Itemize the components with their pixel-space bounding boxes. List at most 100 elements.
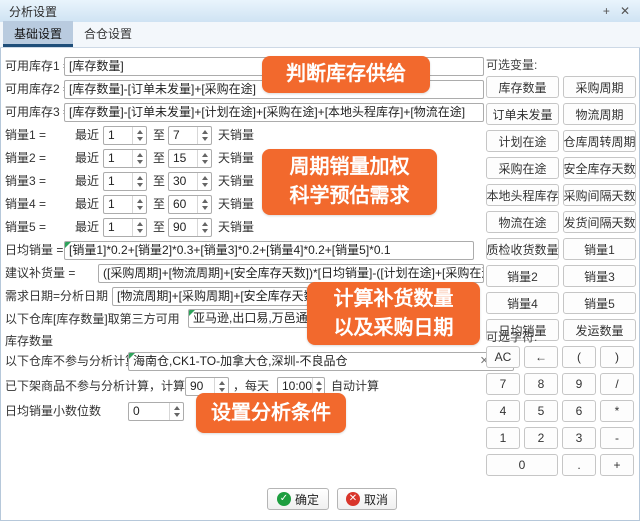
callout-analysis-conditions: 设置分析条件 <box>196 393 346 433</box>
key-8[interactable]: 8 <box>524 373 558 395</box>
sales2-to-stepper[interactable]: 15 <box>168 149 212 168</box>
key-ac[interactable]: AC <box>486 346 520 368</box>
key-1[interactable]: 1 <box>486 427 520 449</box>
spinner-up-icon[interactable] <box>137 153 143 157</box>
key-5[interactable]: 5 <box>524 400 558 422</box>
var-button[interactable]: 销量5 <box>563 292 636 314</box>
sales4-label: 销量4 = <box>5 195 46 214</box>
var-button[interactable]: 安全库存天数 <box>563 157 636 179</box>
key-multiply[interactable]: * <box>600 400 634 422</box>
spinner-down-icon[interactable] <box>219 388 225 392</box>
sales5-to-stepper[interactable]: 90 <box>168 218 212 237</box>
offshelf-label: 已下架商品不参与分析计算，计算天数 <box>5 377 209 396</box>
confirm-button[interactable]: ✓ 确定 <box>267 488 329 510</box>
exclude-warehouses-label: 以下仓库不参与分析计算 <box>5 352 137 371</box>
sales3-to-stepper[interactable]: 30 <box>168 172 212 191</box>
spinner-down-icon[interactable] <box>137 206 143 210</box>
spinner-up-icon[interactable] <box>137 130 143 134</box>
var-button[interactable]: 本地头程库存 <box>486 184 559 206</box>
spinner-down-icon[interactable] <box>202 206 208 210</box>
sales5-from-stepper[interactable]: 1 <box>103 218 147 237</box>
characters-title: 可选字符: <box>486 328 537 345</box>
key-7[interactable]: 7 <box>486 373 520 395</box>
var-button[interactable]: 订单未发量 <box>486 103 559 125</box>
key-3[interactable]: 3 <box>562 427 596 449</box>
plus-icon[interactable]: + <box>603 5 610 17</box>
var-button[interactable]: 采购周期 <box>563 76 636 98</box>
spinner-down-icon[interactable] <box>202 183 208 187</box>
key-9[interactable]: 9 <box>562 373 596 395</box>
sales4-to-stepper[interactable]: 60 <box>168 195 212 214</box>
var-button[interactable]: 采购在途 <box>486 157 559 179</box>
spinner-up-icon[interactable] <box>316 381 322 385</box>
spinner-down-icon[interactable] <box>137 137 143 141</box>
sales1-from-stepper[interactable]: 1 <box>103 126 147 145</box>
key-6[interactable]: 6 <box>562 400 596 422</box>
key-0[interactable]: 0 <box>486 454 558 476</box>
var-button[interactable]: 质检收货数量 <box>486 238 559 260</box>
cancel-button[interactable]: ✕ 取消 <box>337 488 397 510</box>
var-button[interactable]: 销量3 <box>563 265 636 287</box>
key-minus[interactable]: - <box>600 427 634 449</box>
suggest-qty-formula-input[interactable]: ([采购周期]+[物流周期]+[安全库存天数])*[日均销量]-([计划在途]+… <box>98 264 484 283</box>
spinner-up-icon[interactable] <box>174 406 180 410</box>
thirdparty-label: 以下仓库[库存数量]取第三方可用库存数量 <box>5 308 187 352</box>
var-button[interactable]: 采购间隔天数 <box>563 184 636 206</box>
var-button[interactable]: 仓库周转周期 <box>563 130 636 152</box>
var-button[interactable]: 库存数量 <box>486 76 559 98</box>
field-note-marker <box>129 353 135 359</box>
spinner-down-icon[interactable] <box>202 160 208 164</box>
var-button[interactable]: 物流在途 <box>486 211 559 233</box>
spinner-up-icon[interactable] <box>137 199 143 203</box>
demand-date-formula-input[interactable]: [物流周期]+[采购周期]+[安全库存天数] <box>112 287 308 306</box>
key-close-paren[interactable]: ) <box>600 346 634 368</box>
key-backspace[interactable]: ← <box>524 346 558 368</box>
key-dot[interactable]: . <box>562 454 596 476</box>
spinner-up-icon[interactable] <box>202 130 208 134</box>
avail3-input[interactable]: [库存数量]-[订单未发量]+[计划在途]+[采购在途]+[本地头程库存]+[物… <box>64 103 484 122</box>
spinner-up-icon[interactable] <box>137 176 143 180</box>
spinner-down-icon[interactable] <box>137 160 143 164</box>
spinner-up-icon[interactable] <box>202 199 208 203</box>
spinner-up-icon[interactable] <box>202 176 208 180</box>
var-button[interactable]: 销量1 <box>563 238 636 260</box>
spinner-up-icon[interactable] <box>219 381 225 385</box>
var-button[interactable]: 物流周期 <box>563 103 636 125</box>
thirdparty-warehouses-input[interactable]: 亚马逊,出口易,万邑通 <box>188 309 314 328</box>
exclude-warehouses-input[interactable]: 海南仓,CK1-TO-加拿大仓,深圳-不良品仓 ✕ … <box>128 352 514 371</box>
var-button[interactable]: 计划在途 <box>486 130 559 152</box>
spinner-up-icon[interactable] <box>202 153 208 157</box>
spinner-down-icon[interactable] <box>316 388 322 392</box>
spinner-up-icon[interactable] <box>202 222 208 226</box>
decimals-stepper[interactable]: 0 <box>128 402 184 421</box>
to-word: 至 <box>153 218 165 237</box>
daily-sales-formula-input[interactable]: [销量1]*0.2+[销量2]*0.3+[销量3]*0.2+[销量4]*0.2+… <box>64 241 474 260</box>
tab-combined-warehouse-settings[interactable]: 合仓设置 <box>73 21 143 47</box>
spinner-down-icon[interactable] <box>174 413 180 417</box>
tab-basic-settings[interactable]: 基础设置 <box>3 21 73 47</box>
key-4[interactable]: 4 <box>486 400 520 422</box>
days-sales-word: 天销量 <box>218 218 254 237</box>
field-note-marker <box>65 242 71 248</box>
sales2-from-stepper[interactable]: 1 <box>103 149 147 168</box>
var-button[interactable]: 销量4 <box>486 292 559 314</box>
sales3-from-stepper[interactable]: 1 <box>103 172 147 191</box>
to-word: 至 <box>153 172 165 191</box>
variable-buttons: 库存数量 采购周期 订单未发量 物流周期 计划在途 仓库周转周期 采购在途 安全… <box>486 76 636 341</box>
key-2[interactable]: 2 <box>524 427 558 449</box>
spinner-down-icon[interactable] <box>202 137 208 141</box>
sales4-from-stepper[interactable]: 1 <box>103 195 147 214</box>
days-sales-word: 天销量 <box>218 126 254 145</box>
key-open-paren[interactable]: ( <box>562 346 596 368</box>
spinner-down-icon[interactable] <box>202 229 208 233</box>
var-button[interactable]: 发运数量 <box>563 319 636 341</box>
sales1-to-stepper[interactable]: 7 <box>168 126 212 145</box>
spinner-down-icon[interactable] <box>137 229 143 233</box>
spinner-up-icon[interactable] <box>137 222 143 226</box>
var-button[interactable]: 销量2 <box>486 265 559 287</box>
close-icon[interactable]: ✕ <box>620 5 630 17</box>
key-plus[interactable]: + <box>600 454 634 476</box>
var-button[interactable]: 发货间隔天数 <box>563 211 636 233</box>
spinner-down-icon[interactable] <box>137 183 143 187</box>
key-divide[interactable]: / <box>600 373 634 395</box>
